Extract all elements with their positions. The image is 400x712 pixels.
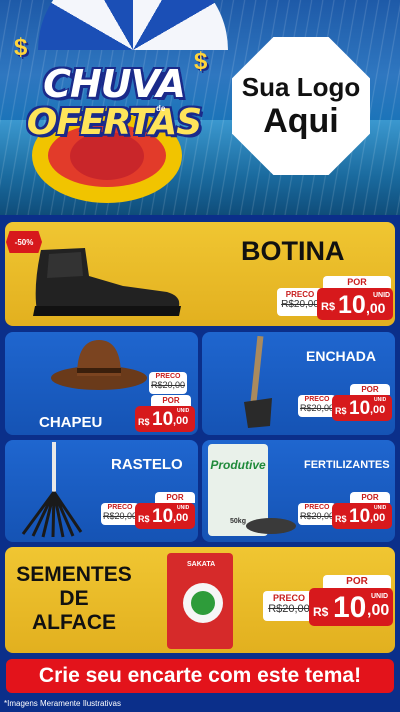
product-name-line-2: DE [59, 587, 89, 610]
price-box: R$ 10 ,00 UNID [135, 406, 195, 432]
logo-line-2: Aqui [263, 102, 339, 140]
product-name: SEMENTES DE ALFACE [9, 563, 139, 635]
disclaimer: *Imagens Meramente Ilustrativas [4, 699, 121, 708]
product-card-rastelo[interactable]: RASTELO POR PRECO R$20,00 R$ 10 ,00 UNID [5, 440, 198, 542]
currency: R$ [313, 605, 329, 619]
currency: R$ [138, 514, 150, 524]
product-name: FERTILIZANTES [304, 459, 390, 471]
product-card-botina[interactable]: BOTINA POR PRECO R$20,00 R$ 10 ,00 UNID [5, 222, 395, 326]
unit-label: UNID [374, 397, 387, 403]
currency: R$ [335, 406, 347, 416]
pack-brand: SAKATA [187, 561, 216, 568]
preco-label: PRECO [304, 504, 330, 511]
por-label: POR [155, 492, 195, 503]
old-price-tag: PRECO R$20,00 [298, 503, 336, 525]
beach-umbrella-illustration [38, 0, 228, 50]
por-label: POR [350, 492, 390, 503]
title-line-1: CHUVA [43, 62, 186, 106]
por-label: POR [323, 276, 391, 288]
product-card-sementes[interactable]: SEMENTES DE ALFACE SAKATA POR PRECO R$20… [5, 547, 395, 653]
product-name-line-1: SEMENTES [16, 563, 132, 586]
preco-label: PRECO [304, 396, 330, 403]
campaign-title: CHUVA OFERTAS [14, 64, 214, 142]
discount-badge: -50% [6, 231, 42, 253]
price-box: R$ 10 ,00 UNID [317, 288, 393, 320]
price-integer: 10 [152, 506, 174, 527]
unit-label: UNID [373, 292, 391, 299]
price-cents: ,00 [367, 602, 390, 619]
unit-label: UNID [371, 593, 389, 600]
rake-image [21, 442, 83, 538]
hat-image [51, 340, 147, 390]
price-box: R$ 10 ,00 UNID [309, 588, 393, 626]
price-cents: ,00 [173, 512, 189, 524]
title-line-2: OFERTAS [26, 102, 202, 143]
product-name-line-3: ALFACE [32, 611, 116, 634]
price-cents: ,00 [366, 300, 386, 316]
price-integer: 10 [349, 506, 371, 527]
price-integer: 10 [333, 591, 367, 624]
product-name: BOTINA [241, 236, 345, 266]
product-name: RASTELO [111, 456, 183, 473]
old-price-tag: PRECO R$20,00 [298, 395, 336, 417]
dollar-icon: $ [14, 34, 28, 61]
price-integer: 10 [338, 291, 366, 319]
product-card-chapeu[interactable]: CHAPEU PRECO R$20,00 POR R$ 10 ,00 UNID [5, 332, 198, 435]
title-de: de [156, 104, 166, 113]
seed-pack-image: SAKATA [167, 553, 233, 649]
preco-label: PRECO [155, 373, 181, 380]
old-price-tag: PRECO R$20,00 [263, 591, 315, 621]
por-label: POR [350, 384, 390, 395]
preco-label: PRECO [272, 593, 305, 603]
price-cents: ,00 [370, 404, 386, 416]
price-cents: ,00 [173, 415, 189, 427]
currency: R$ [335, 514, 347, 524]
product-name: ENCHADA [306, 348, 376, 364]
price-box: R$ 10 ,00 UNID [332, 503, 392, 529]
price-integer: 10 [349, 398, 371, 419]
old-price-tag: PRECO R$20,00 [101, 503, 139, 525]
old-price: R$20,00 [102, 511, 138, 521]
old-price-tag: PRECO R$20,00 [149, 372, 187, 394]
price-box: R$ 10 ,00 UNID [135, 503, 195, 529]
old-price: R$20,00 [150, 380, 186, 390]
product-card-enchada[interactable]: ENCHADA POR PRECO R$20,00 R$ 10 ,00 UNID [202, 332, 395, 435]
bag-brand: Produtive [210, 458, 266, 472]
unit-label: UNID [374, 505, 387, 511]
granules-pile [246, 518, 296, 534]
price-box: R$ 10 ,00 UNID [332, 395, 392, 421]
por-label: POR [323, 575, 391, 588]
product-card-fertilizantes[interactable]: Produtive 50kg FERTILIZANTES POR PRECO R… [202, 440, 395, 542]
old-price: R$20,00 [268, 603, 310, 615]
cta-banner[interactable]: Crie seu encarte com este tema! [6, 659, 394, 693]
lettuce-icon [191, 591, 215, 615]
unit-label: UNID [177, 408, 190, 414]
currency: R$ [138, 417, 150, 427]
old-price: R$20,00 [299, 403, 335, 413]
preco-label: PRECO [107, 504, 133, 511]
product-name: CHAPEU [39, 414, 103, 431]
currency: R$ [321, 301, 336, 313]
price-cents: ,00 [370, 512, 386, 524]
old-price: R$20,00 [299, 511, 335, 521]
hero-banner: $ $ CHUVA OFERTAS de Sua Logo Aqui [0, 0, 400, 215]
boot-image [33, 248, 181, 316]
por-label: POR [151, 395, 191, 406]
unit-label: UNID [177, 505, 190, 511]
price-integer: 10 [152, 409, 174, 430]
logo-line-1: Sua Logo [241, 72, 361, 102]
hoe-image [244, 336, 272, 428]
